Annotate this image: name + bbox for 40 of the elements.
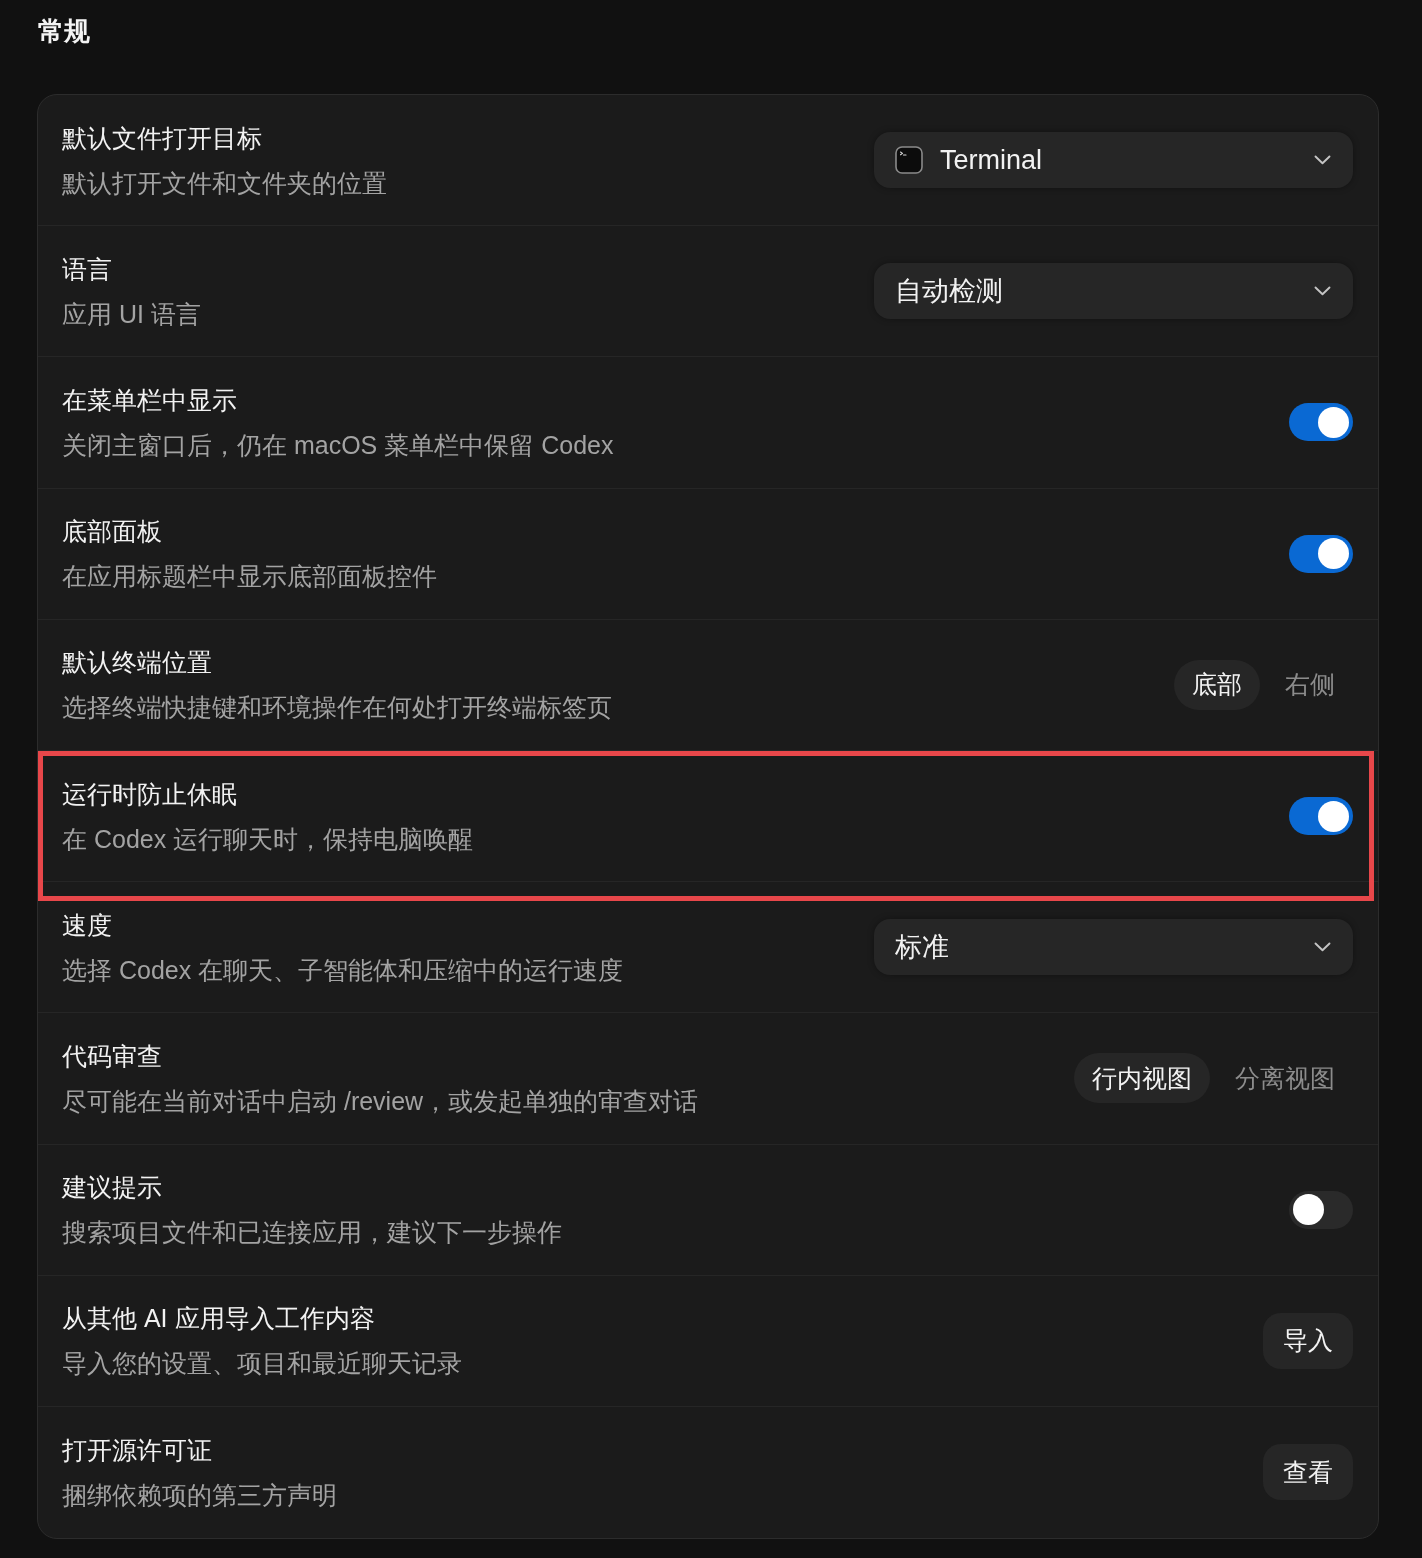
setting-title: 运行时防止休眠 — [62, 778, 238, 810]
setting-title: 语言 — [62, 253, 113, 285]
setting-title: 打开源许可证 — [62, 1434, 213, 1466]
toggle-switch[interactable] — [1289, 797, 1353, 836]
setting-description: 尽可能在当前对话中启动 /review，或发起单独的审查对话 — [62, 1085, 699, 1117]
setting-description: 捆绑依赖项的第三方声明 — [62, 1479, 337, 1511]
toggle-switch[interactable] — [1289, 403, 1353, 442]
dropdown-select[interactable]: 标准 — [874, 919, 1353, 976]
chevron-down-icon — [1314, 286, 1331, 297]
dropdown-select[interactable]: Terminal — [874, 132, 1353, 189]
setting-description: 在应用标题栏中显示底部面板控件 — [62, 561, 437, 593]
setting-description: 在 Codex 运行聊天时，保持电脑唤醒 — [62, 823, 474, 855]
setting-title: 建议提示 — [62, 1172, 163, 1204]
page-title: 常规 — [38, 15, 90, 48]
setting-title: 速度 — [62, 909, 113, 941]
setting-title: 默认终端位置 — [62, 647, 213, 679]
chevron-down-icon — [1314, 942, 1331, 953]
setting-description: 关闭主窗口后，仍在 macOS 菜单栏中保留 Codex — [62, 429, 614, 461]
terminal-icon — [895, 146, 923, 175]
action-button[interactable]: 查看 — [1263, 1444, 1353, 1501]
setting-description: 导入您的设置、项目和最近聊天记录 — [62, 1348, 462, 1380]
setting-title: 在菜单栏中显示 — [62, 384, 238, 416]
segment-tab[interactable]: 分离视图 — [1217, 1053, 1353, 1104]
setting-title: 代码审查 — [62, 1040, 163, 1072]
setting-title: 从其他 AI 应用导入工作内容 — [62, 1303, 376, 1335]
action-button[interactable]: 导入 — [1263, 1312, 1353, 1369]
setting-title: 底部面板 — [62, 516, 163, 548]
toggle-switch[interactable] — [1289, 534, 1353, 573]
setting-description: 搜索项目文件和已连接应用，建议下一步操作 — [62, 1217, 562, 1249]
segment-tab[interactable]: 行内视图 — [1074, 1053, 1210, 1104]
segment-tab[interactable]: 右侧 — [1267, 659, 1353, 710]
segment-tab[interactable]: 底部 — [1174, 659, 1260, 710]
toggle-switch[interactable] — [1289, 1190, 1353, 1229]
setting-description: 默认打开文件和文件夹的位置 — [62, 167, 387, 199]
setting-description: 选择终端快捷键和环境操作在何处打开终端标签页 — [62, 692, 612, 724]
dropdown-select[interactable]: 自动检测 — [874, 263, 1353, 320]
setting-description: 应用 UI 语言 — [62, 298, 201, 330]
setting-title: 默认文件打开目标 — [62, 122, 263, 154]
chevron-down-icon — [1314, 155, 1331, 166]
setting-description: 选择 Codex 在聊天、子智能体和压缩中的运行速度 — [62, 954, 624, 986]
